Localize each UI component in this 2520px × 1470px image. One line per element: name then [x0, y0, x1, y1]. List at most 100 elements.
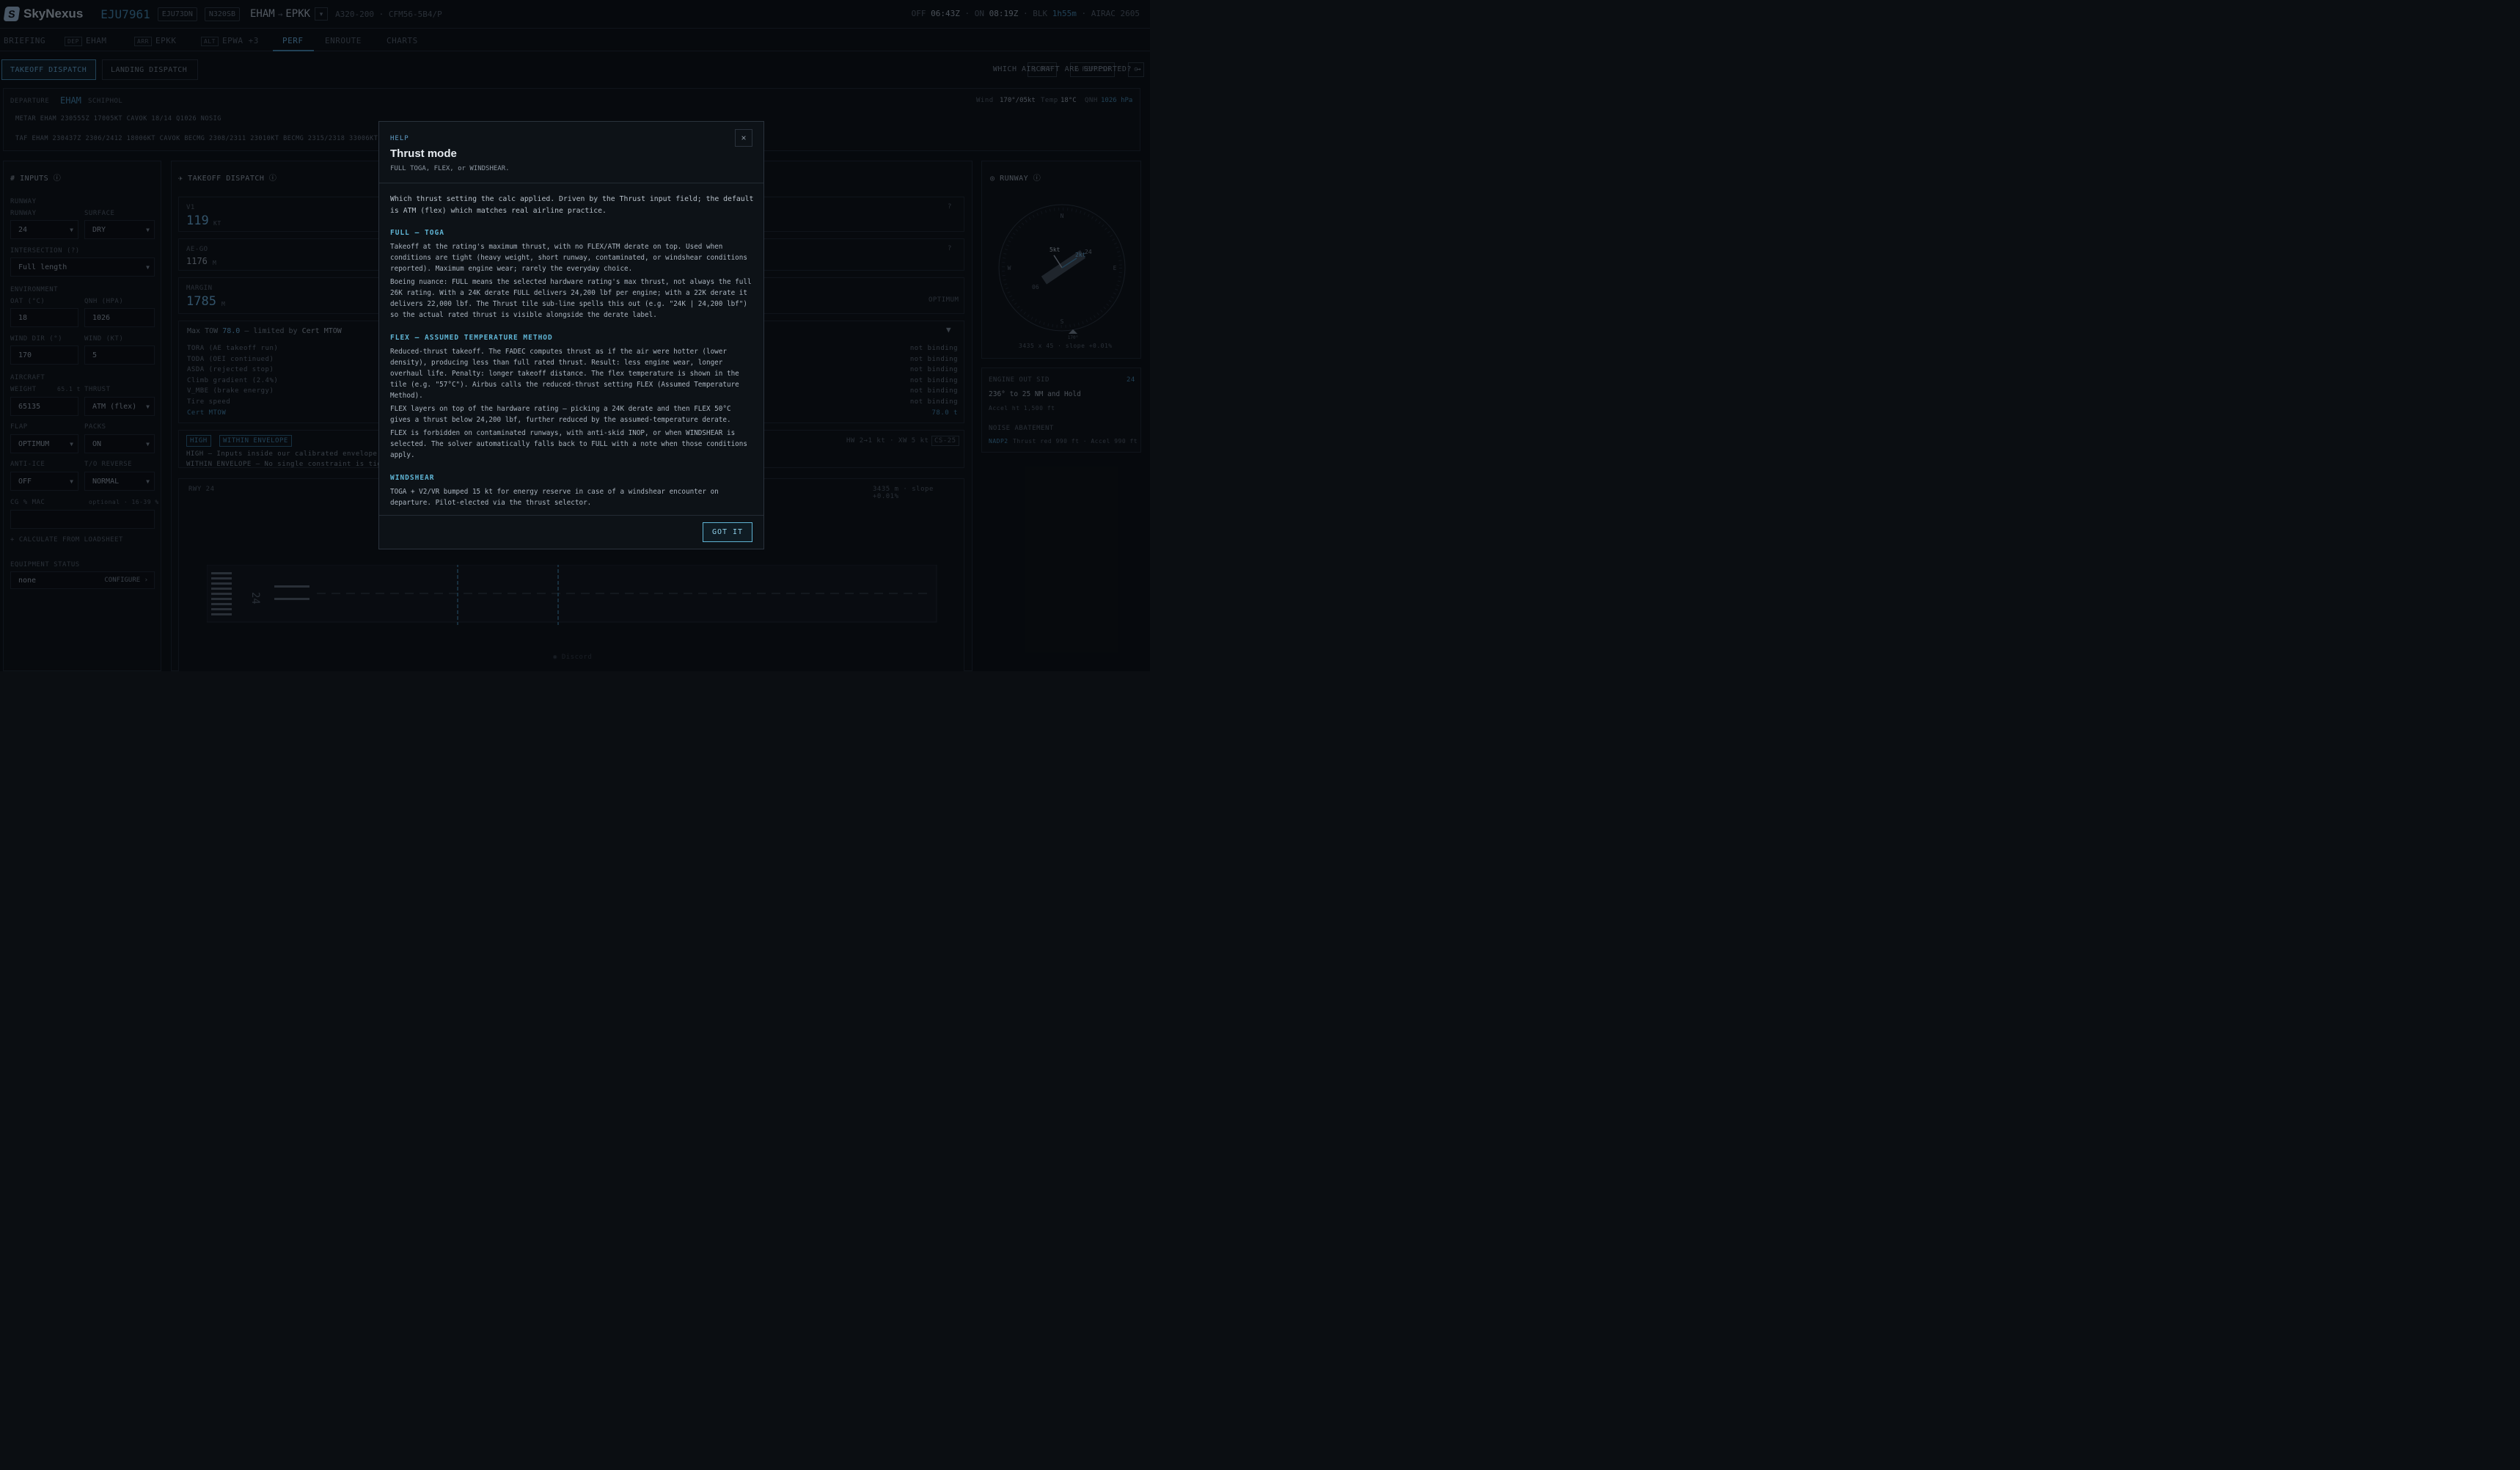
landing-dispatch-button[interactable]: LANDING DISPATCH [102, 59, 198, 80]
tab-alternate[interactable]: ALT EPWA +3 [201, 36, 259, 46]
help-icon[interactable]: ? [948, 245, 952, 252]
sid-panel: ENGINE OUT SID 24 236° to 25 NM and Hold… [981, 368, 1141, 453]
tab-perf[interactable]: PERF [282, 36, 304, 45]
tab-charts[interactable]: CHARTS [387, 36, 418, 45]
configure-button[interactable]: CONFIGURE › [104, 577, 148, 584]
help-label: HELP [390, 135, 409, 142]
qnh-value: 1026 hPa [1101, 97, 1133, 104]
aego-value: 1176 [186, 256, 208, 266]
callsign-chip: EJU73DN [157, 7, 197, 21]
wind-dir-value: 170 [18, 351, 32, 359]
wind-kt-input[interactable]: 5 [84, 345, 155, 365]
wind-compass: N S E W 24 06 5kt 2kt 170° [998, 204, 1126, 340]
tab-enroute[interactable]: ENROUTE [325, 36, 362, 45]
close-icon[interactable]: × [735, 129, 752, 147]
intro-text: Which thrust setting the calc applied. D… [390, 195, 754, 215]
runway-panel-title-text: RUNWAY [1000, 175, 1029, 183]
takeoff-dispatch-button[interactable]: TAKEOFF DISPATCH [1, 59, 96, 80]
compass-n: N [1061, 213, 1064, 219]
margin-value: 1785 [186, 294, 216, 309]
thrust-select[interactable]: ATM (flex) ▼ [84, 397, 155, 416]
discord-label: Discord [561, 654, 593, 661]
collapse-triangle-icon[interactable]: ▼ [946, 325, 951, 334]
supported-aircraft-link[interactable]: WHICH AIRCRAFT ARE SUPPORTED? → [993, 65, 1141, 73]
plane-icon: ✈ [178, 175, 183, 183]
chevron-down-icon: ▼ [70, 440, 73, 447]
oat-value: 18 [18, 313, 28, 322]
limit-status: not binding [909, 355, 958, 363]
registration-chip: N320SB [204, 7, 240, 21]
discord-link[interactable]: ◉ Discord [553, 654, 592, 661]
departure-label: DEPARTURE [10, 98, 50, 105]
packs-select[interactable]: ON ▼ [84, 434, 155, 453]
wind-kt-value: 5 [92, 351, 98, 359]
surface-select[interactable]: DRY ▼ [84, 220, 155, 239]
runway-section: RUNWAY [10, 198, 37, 205]
thrust-label: THRUST [84, 386, 111, 393]
tab-briefing[interactable]: BRIEFING [4, 36, 45, 45]
taf-text: TAF EHAM 230437Z 2306/2412 18006KT CAVOK… [15, 135, 387, 142]
cg-label: CG % MAC [10, 499, 45, 506]
qnh-input[interactable]: 1026 [84, 308, 155, 327]
arrow-right-icon: → [277, 10, 283, 19]
route: EHAM → EPKK [250, 8, 310, 20]
compass-s: S [1061, 318, 1064, 325]
divider [379, 515, 763, 516]
help-icon[interactable]: ⓘ [1033, 175, 1041, 183]
runway-value: 24 [18, 225, 28, 234]
help-icon[interactable]: ? [948, 203, 952, 211]
runway-panel: ◎ RUNWAY ⓘ N S E W 24 06 5kt 2kt 170° 34… [981, 161, 1141, 359]
dispatch-title: ✈ TAKEOFF DISPATCH ⓘ [178, 172, 276, 183]
chevron-down-icon[interactable]: ▾ [315, 7, 329, 21]
weight-label: WEIGHT [10, 386, 37, 393]
inputs-title-text: INPUTS [20, 175, 49, 183]
departure-icao: EHAM [60, 95, 81, 106]
thrust-value: ATM (flex) [92, 402, 137, 411]
runway-panel-title: ◎ RUNWAY ⓘ [990, 172, 1041, 183]
got-it-button[interactable]: GOT IT [703, 522, 752, 542]
cg-input[interactable] [10, 510, 155, 529]
reverse-value: NORMAL [92, 477, 120, 486]
inputs-panel: # INPUTS ⓘ RUNWAY RUNWAY SURFACE 24 ▼ DRY… [3, 161, 161, 671]
departure-name: SCHIPHOL [88, 98, 123, 105]
flap-select[interactable]: OPTIMUM ▼ [10, 434, 78, 453]
compass-w: W [1008, 265, 1011, 271]
packs-value: ON [92, 439, 102, 448]
limit-status: not binding [909, 345, 958, 352]
badge-envelope: WITHIN ENVELOPE [219, 435, 292, 447]
tab-arrival[interactable]: ARR EPKK [134, 36, 176, 46]
on-label: ON [974, 9, 985, 18]
tab-departure[interactable]: DEP EHAM [65, 36, 106, 46]
limit-status: not binding [909, 376, 958, 384]
calculate-from-loadsheet[interactable]: + CALCULATE FROM LOADSHEET [10, 536, 123, 544]
runway-designator: RWY 24 [188, 486, 215, 493]
help-icon[interactable]: ⓘ [54, 175, 62, 183]
anti-ice-select[interactable]: OFF ▼ [10, 472, 78, 491]
surface-value: DRY [92, 225, 106, 234]
logo[interactable]: S SkyNexus [3, 7, 83, 21]
intersection-label: INTERSECTION (?) [10, 247, 80, 255]
chevron-down-icon: ▼ [70, 226, 73, 233]
noise-procedure: Thrust red 990 ft · Accel 990 ft [1013, 438, 1138, 445]
runway-select[interactable]: 24 ▼ [10, 220, 78, 239]
oat-input[interactable]: 18 [10, 308, 78, 327]
max-tow-limit: Cert MTOW [301, 327, 342, 335]
limit-name: Climb gradient (2.4%) [187, 376, 279, 384]
badge-high: HIGH [186, 435, 211, 447]
limit-status: 78.0 t [931, 409, 958, 417]
runway-info: 3435 m · slope +0.01% [873, 486, 934, 500]
runway-end-b: 06 [1032, 284, 1039, 290]
reverse-label: T/O REVERSE [84, 461, 133, 468]
wind-dir-input[interactable]: 170 [10, 345, 78, 365]
dialog-body: Which thrust setting the calc applied. D… [390, 194, 754, 511]
weight-value: 65135 [18, 402, 41, 411]
target-icon: ◎ [990, 175, 995, 183]
eosid-procedure: 236° to 25 NM and Hold [989, 390, 1081, 398]
weight-input[interactable]: 65135 [10, 397, 78, 416]
limit-name: ASDA (rejected stop) [187, 366, 274, 374]
reverse-select[interactable]: NORMAL ▼ [84, 472, 155, 491]
max-tow-line: Max TOW 78.0 — limited by Cert MTOW [187, 327, 342, 335]
help-icon[interactable]: ⓘ [269, 175, 277, 183]
qnh-input-value: 1026 [92, 313, 111, 322]
intersection-select[interactable]: Full length ▼ [10, 257, 155, 277]
